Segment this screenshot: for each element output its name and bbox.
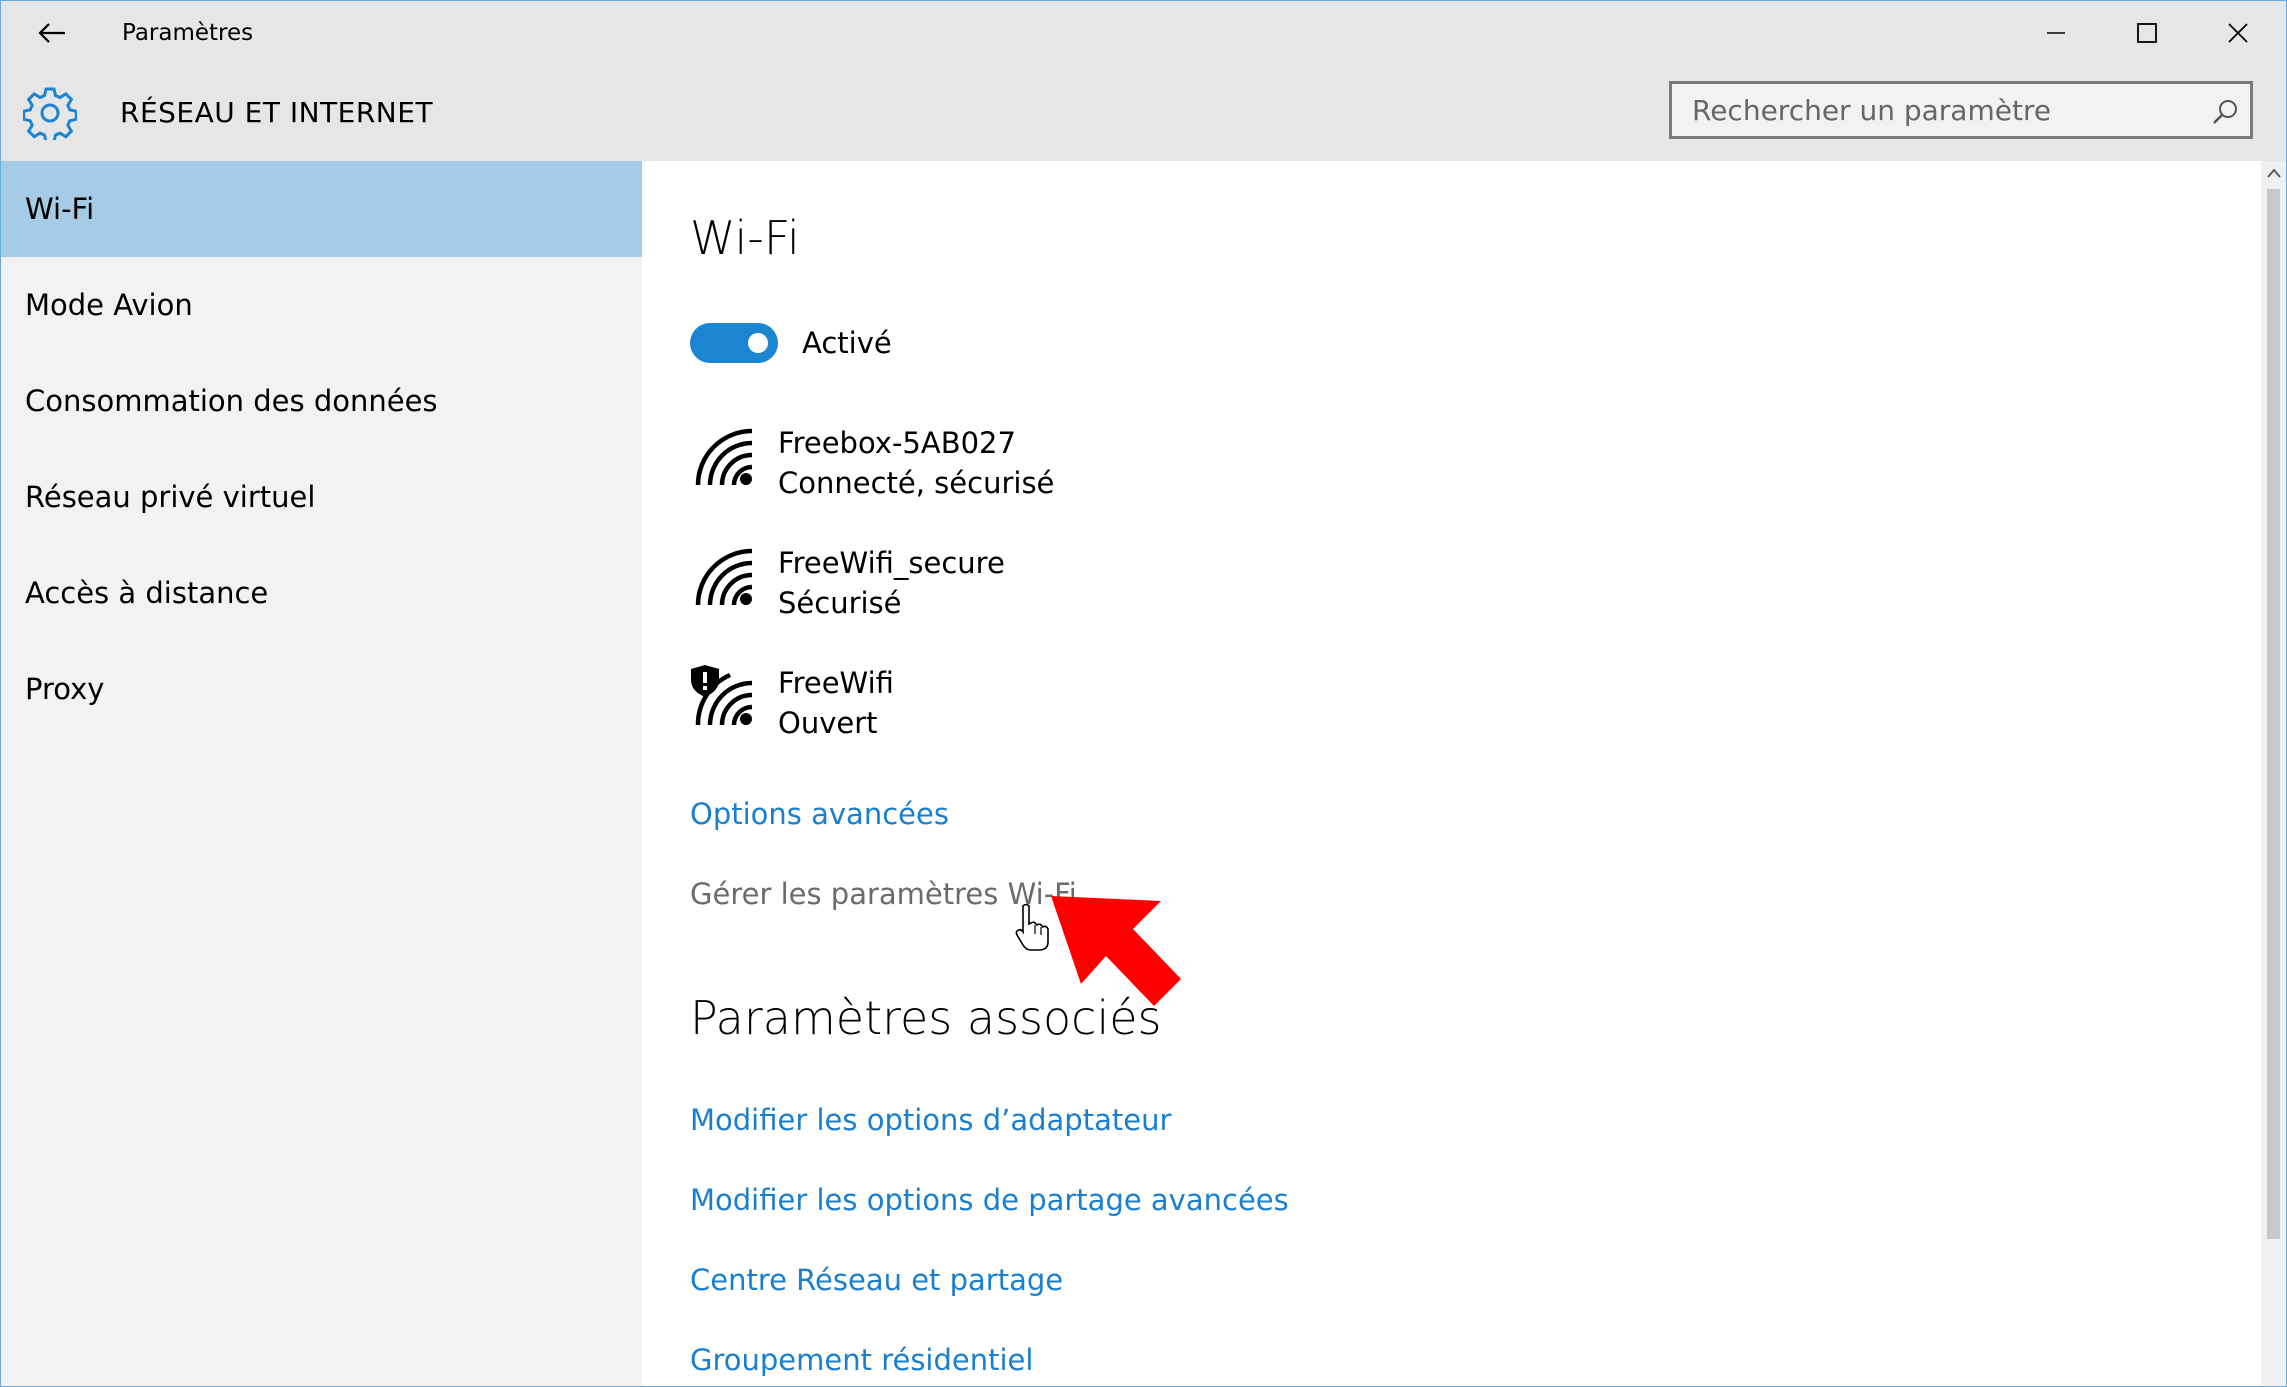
sidebar-item-wifi[interactable]: Wi-Fi: [1, 161, 642, 257]
close-button[interactable]: [2208, 9, 2268, 57]
network-status: Sécurisé: [778, 586, 902, 620]
app-title: Paramètres: [122, 20, 254, 46]
network-name: FreeWifi: [778, 666, 894, 700]
sidebar-item-label: Proxy: [25, 672, 105, 706]
back-button[interactable]: [27, 13, 77, 53]
network-status: Connecté, sécurisé: [778, 466, 1055, 500]
network-text: FreeWifi_secure Sécurisé: [778, 543, 1005, 623]
network-name: Freebox-5AB027: [778, 426, 1016, 460]
toggle-knob: [748, 333, 768, 353]
network-item[interactable]: FreeWifi_secure Sécurisé: [690, 543, 1005, 623]
search-input[interactable]: [1672, 84, 2214, 136]
red-arrow-icon: [1051, 896, 1181, 1006]
network-text: FreeWifi Ouvert: [778, 663, 894, 743]
wifi-toggle-row: Activé: [690, 323, 892, 363]
sidebar-item-label: Mode Avion: [25, 288, 193, 322]
sharing-options-link[interactable]: Modifier les options de partage avancées: [690, 1183, 1289, 1217]
network-status: Ouvert: [778, 706, 878, 740]
wifi-signal-icon: [695, 548, 753, 606]
adapter-options-link[interactable]: Modifier les options d’adaptateur: [690, 1103, 1171, 1137]
sidebar-item-label: Réseau privé virtuel: [25, 480, 316, 514]
wifi-signal-icon: [695, 428, 753, 486]
minimize-button[interactable]: [2026, 9, 2086, 57]
network-name: FreeWifi_secure: [778, 546, 1005, 580]
hand-cursor-icon: [1015, 904, 1049, 951]
toggle-label: Activé: [802, 326, 892, 360]
scroll-up-button[interactable]: [2261, 161, 2286, 185]
search-icon[interactable]: [2210, 97, 2240, 127]
maximize-icon: [2137, 23, 2157, 43]
chevron-up-icon: [2266, 168, 2281, 178]
settings-header: RÉSEAU ET INTERNET: [1, 65, 2286, 161]
search-box[interactable]: [1669, 81, 2253, 139]
sidebar: Wi-Fi Mode Avion Consommation des donnée…: [1, 161, 642, 1386]
settings-window: Paramètres RÉSEAU ET INTERNET Rechercher…: [0, 0, 2287, 1387]
sidebar-item-label: Consommation des données: [25, 384, 438, 418]
network-item[interactable]: Freebox-5AB027 Connecté, sécurisé: [690, 423, 1054, 503]
scrollbar[interactable]: [2261, 161, 2286, 1386]
sidebar-item-vpn[interactable]: Réseau privé virtuel: [1, 449, 642, 545]
sidebar-item-airplane-mode[interactable]: Mode Avion: [1, 257, 642, 353]
sidebar-item-dial-up[interactable]: Accès à distance: [1, 545, 642, 641]
sidebar-item-label: Accès à distance: [25, 576, 269, 610]
scroll-thumb[interactable]: [2267, 189, 2280, 1239]
network-text: Freebox-5AB027 Connecté, sécurisé: [778, 423, 1054, 503]
gear-icon: [23, 87, 77, 140]
main-content: Wi-Fi Activé Freebox-5AB027 Connecté, sé…: [642, 161, 2261, 1386]
minimize-icon: [2047, 32, 2065, 34]
sidebar-item-label: Wi-Fi: [25, 192, 95, 226]
maximize-button[interactable]: [2117, 9, 2177, 57]
section-title: RÉSEAU ET INTERNET: [120, 96, 434, 129]
back-arrow-icon: [38, 23, 65, 43]
title-bar: Paramètres: [1, 1, 2286, 65]
page-title: Wi-Fi: [690, 211, 800, 265]
sidebar-item-proxy[interactable]: Proxy: [1, 641, 642, 737]
close-icon: [2228, 23, 2248, 43]
wifi-toggle[interactable]: [690, 323, 778, 363]
wifi-open-warning-icon: [691, 665, 753, 726]
network-item[interactable]: FreeWifi Ouvert: [690, 663, 894, 743]
network-center-link[interactable]: Centre Réseau et partage: [690, 1263, 1063, 1297]
sidebar-item-data-usage[interactable]: Consommation des données: [1, 353, 642, 449]
homegroup-link[interactable]: Groupement résidentiel: [690, 1343, 1033, 1377]
advanced-options-link[interactable]: Options avancées: [690, 797, 949, 831]
